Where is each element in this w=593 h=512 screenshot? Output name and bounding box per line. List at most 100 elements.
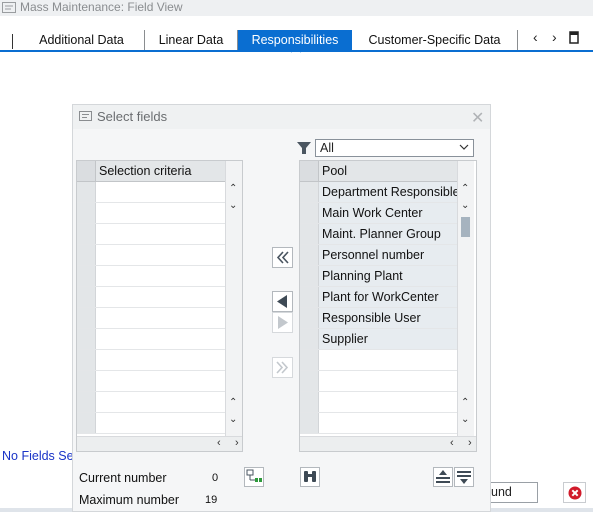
scroll-right-icon[interactable]: › — [235, 437, 239, 449]
row-selector[interactable] — [77, 224, 96, 244]
sort-descending-icon — [457, 471, 471, 484]
sort-ascending-button[interactable] — [433, 467, 453, 487]
move-all-to-selection-button[interactable] — [272, 247, 293, 268]
scroll-up-icon[interactable]: ⌃ — [461, 397, 469, 408]
row-selector[interactable] — [77, 392, 96, 412]
maximum-number-value: 19 — [205, 494, 218, 506]
table-row[interactable]: Supplier — [300, 329, 457, 350]
find-button[interactable] — [300, 467, 320, 487]
table-row[interactable]: Main Work Center — [300, 203, 457, 224]
select-all-column[interactable] — [300, 161, 319, 181]
move-all-to-pool-button[interactable] — [272, 357, 293, 378]
row-selector[interactable] — [77, 329, 96, 349]
table-row[interactable]: Plant for WorkCenter — [300, 287, 457, 308]
row-selector[interactable] — [300, 371, 319, 391]
vertical-scrollbar[interactable]: ⌃ ⌄ ⌃ ⌄ — [225, 161, 242, 436]
vertical-scrollbar[interactable]: ⌃ ⌄ ⌃ ⌄ — [457, 161, 474, 436]
table-row[interactable] — [77, 182, 225, 203]
scroll-down-icon[interactable]: ⌄ — [461, 200, 469, 211]
row-selector[interactable] — [77, 266, 96, 286]
move-to-selection-button[interactable] — [272, 291, 293, 312]
tab-linear-data[interactable]: Linear Data — [145, 30, 238, 50]
tab-customer-specific-data[interactable]: Customer-Specific Data — [352, 30, 518, 50]
table-row[interactable]: Personnel number — [300, 245, 457, 266]
table-row[interactable] — [77, 371, 225, 392]
table-row[interactable] — [77, 287, 225, 308]
scroll-left-icon[interactable]: ‹ — [217, 437, 221, 449]
scroll-right-icon[interactable]: › — [468, 437, 472, 449]
row-selector[interactable] — [300, 245, 319, 265]
table-row[interactable] — [77, 413, 225, 434]
row-selector[interactable] — [300, 266, 319, 286]
table-row[interactable]: Department Responsible — [300, 182, 460, 203]
triangle-right-icon — [278, 316, 288, 329]
no-fields-message: No Fields Se — [2, 449, 74, 463]
row-selector[interactable] — [300, 392, 319, 412]
row-selector[interactable] — [77, 245, 96, 265]
table-cell: Main Work Center — [322, 206, 423, 220]
row-selector[interactable] — [300, 350, 319, 370]
scroll-down-icon[interactable]: ⌄ — [229, 200, 237, 211]
tab-list-icon[interactable] — [569, 31, 580, 44]
table-row[interactable] — [77, 329, 225, 350]
table-row[interactable] — [77, 203, 225, 224]
row-selector[interactable] — [300, 203, 319, 223]
row-selector[interactable] — [300, 224, 319, 244]
filter-value: All — [320, 141, 334, 155]
sort-descending-button[interactable] — [454, 467, 474, 487]
tab-additional-data[interactable]: Additional Data — [19, 30, 145, 50]
row-selector[interactable] — [77, 350, 96, 370]
dialog-title-bar: Select fields — [73, 105, 490, 129]
tab-next-button[interactable]: › — [552, 29, 557, 45]
row-selector[interactable] — [77, 182, 96, 202]
scroll-up-icon[interactable]: ⌃ — [461, 183, 469, 194]
current-number-value: 0 — [212, 472, 219, 484]
cancel-button[interactable] — [563, 482, 586, 503]
row-selector[interactable] — [77, 413, 96, 433]
row-selector[interactable] — [300, 182, 319, 202]
scroll-down-icon[interactable]: ⌄ — [229, 414, 237, 425]
horizontal-scrollbar[interactable]: ‹ › — [300, 436, 476, 451]
row-selector[interactable] — [300, 308, 319, 328]
row-selector[interactable] — [77, 371, 96, 391]
maximum-number-label: Maximum number — [79, 493, 180, 507]
table-row[interactable] — [300, 371, 457, 392]
table-row[interactable] — [77, 224, 225, 245]
select-all-column[interactable] — [77, 161, 96, 181]
window-title-bar: Mass Maintenance: Field View — [0, 0, 593, 16]
table-row[interactable] — [300, 413, 457, 434]
dialog-title: Select fields — [97, 109, 168, 124]
table-cell: Department Responsible — [322, 185, 460, 199]
table-row[interactable]: Maint. Planner Group — [300, 224, 457, 245]
move-to-pool-button[interactable] — [272, 312, 293, 333]
scroll-down-icon[interactable]: ⌄ — [461, 414, 469, 425]
table-row[interactable] — [77, 308, 225, 329]
scroll-left-icon[interactable]: ‹ — [450, 437, 454, 449]
table-row[interactable]: Planning Plant — [300, 266, 457, 287]
filter-dropdown[interactable]: All — [315, 139, 474, 157]
horizontal-scrollbar[interactable]: ‹ › — [77, 436, 242, 451]
tab-prev-button[interactable]: ‹ — [533, 29, 538, 45]
selection-criteria-header: Selection criteria — [99, 164, 192, 178]
row-selector[interactable] — [300, 413, 319, 433]
table-row[interactable] — [77, 266, 225, 287]
table-row[interactable] — [77, 392, 225, 413]
filter-icon[interactable] — [297, 141, 311, 155]
table-row[interactable] — [300, 350, 457, 371]
table-row[interactable] — [77, 350, 225, 371]
scrollbar-thumb[interactable] — [461, 217, 470, 237]
table-row[interactable] — [300, 392, 457, 413]
row-selector[interactable] — [77, 287, 96, 307]
table-row[interactable] — [77, 245, 225, 266]
row-selector[interactable] — [77, 308, 96, 328]
row-selector[interactable] — [300, 287, 319, 307]
active-tab-pointer — [290, 45, 302, 53]
scroll-up-icon[interactable]: ⌃ — [229, 183, 237, 194]
scroll-up-icon[interactable]: ⌃ — [229, 397, 237, 408]
row-selector[interactable] — [300, 329, 319, 349]
row-selector[interactable] — [77, 203, 96, 223]
table-row[interactable]: Responsible User — [300, 308, 457, 329]
hierarchy-button[interactable] — [244, 467, 264, 487]
pool-table: Pool Department Responsible Main Work Cen… — [299, 160, 477, 452]
dialog-close-button[interactable]: ✕ — [471, 108, 484, 128]
